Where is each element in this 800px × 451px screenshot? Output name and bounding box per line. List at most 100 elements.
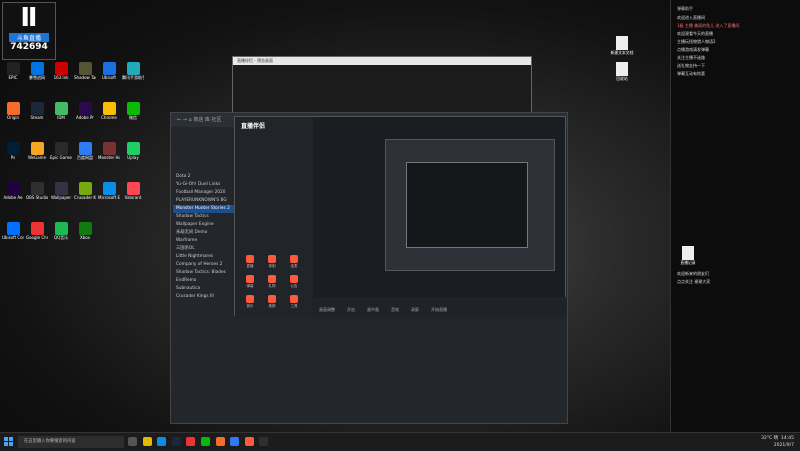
desktop-icon[interactable]: 微信	[122, 102, 144, 120]
library-item[interactable]: Yu-Gi-Oh! Duel Links	[173, 181, 237, 189]
system-tray[interactable]: 32°C 晴 14:45 2021/9/7	[761, 435, 794, 449]
desktop-icon-label: Ps	[10, 155, 16, 160]
weather-readout: 32°C 晴	[761, 436, 779, 441]
desktop-icon[interactable]: Chrome	[98, 102, 120, 120]
desktop-icon[interactable]: Microsoft Edge	[98, 182, 120, 200]
tool-icon	[268, 275, 276, 283]
desktop-icon[interactable]: 163.lnk	[50, 62, 72, 80]
desktop-icon[interactable]: Shadow Tactics	[74, 62, 96, 80]
windows-start-icon[interactable]	[4, 437, 14, 447]
desktop-icon[interactable]: Adobe Ae	[2, 182, 24, 200]
desktop-icon[interactable]: Origin	[2, 102, 24, 120]
streaming-app-icon[interactable]	[244, 437, 254, 446]
taskbar-search-input[interactable]: 在这里输入你要搜索的内容	[18, 436, 124, 448]
desktop-icon[interactable]: Adobe Pr	[74, 102, 96, 120]
streaming-bottom-bar: 画面调整 开启 画中画 音效 录屏 开始直播	[313, 297, 567, 317]
app-icon	[54, 142, 68, 155]
desktop-icon[interactable]: Ps	[2, 142, 24, 160]
danmaku-message: 关注主播不迷路	[677, 55, 705, 60]
tool-button[interactable]: 直播	[239, 253, 261, 273]
desktop-icon[interactable]: 腾讯手游助手	[122, 62, 144, 80]
danmaku-panel: 弹幕助手 欢迎进入直播间 1级 主播 美丽的鱼儿 进入了直播间 欢迎观看今天的直播主…	[670, 0, 800, 432]
streaming-sidebar: 直播伴侣 直播 录制 连麦 弹幕 礼物 公告 音乐 美颜 工具	[235, 117, 313, 317]
desktop-icon-label: Ubisoft	[101, 75, 116, 80]
library-item[interactable]: Shadow Tactics: Blades	[173, 269, 237, 277]
library-item[interactable]: Wallpaper Engine	[173, 221, 237, 229]
desktop-file-icon[interactable]: 回收站	[610, 62, 634, 82]
desktop-icon[interactable]: Wallpaper	[50, 182, 72, 200]
library-item[interactable]: Monster Hunter Stories 2	[173, 205, 237, 213]
streaming-app-window[interactable]: 直播伴侣 直播 录制 连麦 弹幕 礼物 公告 音乐 美颜 工具 画面调整 开启 画中画 音效 录屏 开始直…	[234, 116, 567, 317]
scene-preview[interactable]	[385, 139, 555, 271]
desktop-icon[interactable]: Google Chrome	[26, 222, 48, 240]
library-item[interactable]: Warframe	[173, 237, 237, 245]
tool-button[interactable]: 音乐	[239, 293, 261, 313]
origin-icon[interactable]	[215, 437, 225, 446]
desktop-icon-label: 微信	[129, 115, 137, 120]
desktop-icon[interactable]: Uplay	[122, 142, 144, 160]
desktop-icon[interactable]: Monster Hunter	[98, 142, 120, 160]
file-icon	[616, 62, 628, 76]
bottom-bar-button[interactable]: 音效	[391, 307, 399, 313]
app-icon	[30, 222, 44, 235]
library-item[interactable]: EndRemo	[173, 277, 237, 285]
library-item[interactable]: PLAYERUNKNOWN'S BG	[173, 197, 237, 205]
bottom-bar-button[interactable]: 开始直播	[431, 307, 447, 313]
desktop-icon[interactable]: Steam	[26, 102, 48, 120]
desktop-icon-label: QQ音乐	[53, 235, 69, 240]
library-item[interactable]: 永劫无间 Demo	[173, 229, 237, 237]
desktop-icon[interactable]: Crusader Kings III	[74, 182, 96, 200]
library-item[interactable]: Subnautica	[173, 285, 237, 293]
library-item[interactable]: Little Nightmares	[173, 253, 237, 261]
desktop-icon[interactable]: EPIC	[2, 62, 24, 80]
desktop-icon[interactable]: Epic Games	[50, 142, 72, 160]
desktop-icon[interactable]: WeGame	[26, 142, 48, 160]
bottom-bar-button[interactable]: 画中画	[367, 307, 379, 313]
desktop-file-icon[interactable]: 新建文本文档	[610, 36, 634, 56]
library-item[interactable]: 三国杀OL	[173, 245, 237, 253]
desktop-icon[interactable]: 百度网盘	[74, 142, 96, 160]
library-item[interactable]: Shadow Tactics	[173, 213, 237, 221]
baidu-netdisk-icon[interactable]	[230, 437, 240, 446]
file-explorer-icon[interactable]	[142, 437, 152, 446]
desktop-icon[interactable]: Ubisoft Connect	[2, 222, 24, 240]
edge-icon[interactable]	[157, 437, 167, 446]
bottom-bar-button[interactable]: 录屏	[411, 307, 419, 313]
tool-button[interactable]: 礼物	[261, 273, 283, 293]
bottom-bar-button[interactable]: 画面调整	[319, 307, 335, 313]
tool-button[interactable]: 弹幕	[239, 273, 261, 293]
desktop-file-icon[interactable]: 直播记录	[676, 246, 700, 266]
tool-button[interactable]: 工具	[283, 293, 305, 313]
library-item[interactable]: Football Manager 2020	[173, 189, 237, 197]
desktop-icon-label: Google Chrome	[26, 235, 48, 240]
desktop-icon[interactable]: Valorant	[122, 182, 144, 200]
danmaku-message: 弹幕互动有惊喜	[677, 71, 705, 76]
chrome-icon[interactable]	[186, 437, 196, 446]
library-item[interactable]: Company of Heroes 2	[173, 261, 237, 269]
desktop-icon[interactable]: 暴雪战网	[26, 62, 48, 80]
library-item[interactable]: Crusader Kings III	[173, 293, 237, 301]
desktop-icon[interactable]: Ubisoft	[98, 62, 120, 80]
bottom-bar-button[interactable]: 开启	[347, 307, 355, 313]
preview-window-title: 直播伴侣 - 预览画面	[233, 57, 531, 65]
desktop-icon[interactable]: QQ音乐	[50, 222, 72, 240]
tool-button[interactable]: 美颜	[261, 293, 283, 313]
tool-label: 工具	[290, 304, 298, 308]
wechat-icon[interactable]	[200, 437, 210, 446]
desktop-icon[interactable]: Xbox	[74, 222, 96, 240]
obs-icon[interactable]	[259, 437, 269, 446]
desktop-icon-label: 腾讯手游助手	[122, 75, 144, 80]
desktop-icon-label: Crusader Kings III	[74, 195, 96, 200]
task-view-icon[interactable]	[128, 437, 137, 446]
desktop-icon[interactable]: OBS Studio	[26, 182, 48, 200]
desktop-icon-label: Shadow Tactics	[74, 75, 96, 80]
app-icon	[30, 142, 44, 155]
tool-icon	[268, 295, 276, 303]
app-icon	[6, 222, 20, 235]
desktop-icon[interactable]: IDM	[50, 102, 72, 120]
tool-button[interactable]: 录制	[261, 253, 283, 273]
library-item[interactable]: Dota 2	[173, 173, 237, 181]
steam-icon[interactable]	[171, 437, 181, 446]
tool-button[interactable]: 公告	[283, 273, 305, 293]
tool-button[interactable]: 连麦	[283, 253, 305, 273]
